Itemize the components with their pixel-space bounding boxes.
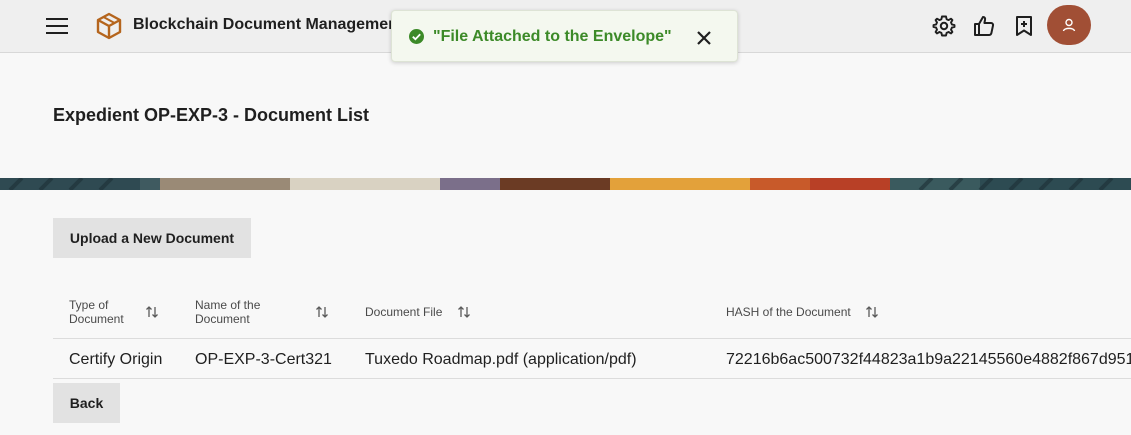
settings-icon[interactable] <box>932 14 956 38</box>
check-circle-icon <box>409 29 424 44</box>
toast-message: "File Attached to the Envelope" <box>433 28 672 45</box>
back-button[interactable]: Back <box>53 383 120 423</box>
column-header-name[interactable]: Name of the Document <box>195 298 285 326</box>
page-title: Expedient OP-EXP-3 - Document List <box>53 105 370 125</box>
column-header-file[interactable]: Document File <box>365 305 442 319</box>
success-toast: "File Attached to the Envelope" <box>391 10 738 62</box>
thumbs-up-icon[interactable] <box>972 14 996 38</box>
cell-file[interactable]: Tuxedo Roadmap.pdf (application/pdf) <box>365 351 637 369</box>
sort-icon[interactable] <box>315 305 329 319</box>
column-header-hash[interactable]: HASH of the Document <box>726 305 851 319</box>
close-icon[interactable] <box>692 26 716 50</box>
table-divider <box>53 378 1131 379</box>
user-icon <box>1062 18 1076 32</box>
app-title: Blockchain Document Management <box>133 16 404 33</box>
decorative-banner <box>0 178 1131 190</box>
sort-icon[interactable] <box>145 305 159 319</box>
app-page: Blockchain Document Management "File Att… <box>0 0 1131 435</box>
upload-document-button[interactable]: Upload a New Document <box>53 218 251 258</box>
menu-icon[interactable] <box>41 13 73 39</box>
table-divider <box>53 338 1131 339</box>
cell-type: Certify Origin <box>69 351 163 368</box>
column-header-type[interactable]: Type of Document <box>69 298 139 326</box>
user-avatar[interactable] <box>1047 5 1091 45</box>
sort-icon[interactable] <box>865 305 879 319</box>
bookmark-add-icon[interactable] <box>1012 14 1036 38</box>
cube-logo-icon <box>96 12 122 40</box>
sort-icon[interactable] <box>457 305 471 319</box>
cell-hash: 72216b6ac500732f44823a1b9a22145560e4882f… <box>726 351 1131 368</box>
cell-name: OP-EXP-3-Cert321 <box>195 351 332 368</box>
